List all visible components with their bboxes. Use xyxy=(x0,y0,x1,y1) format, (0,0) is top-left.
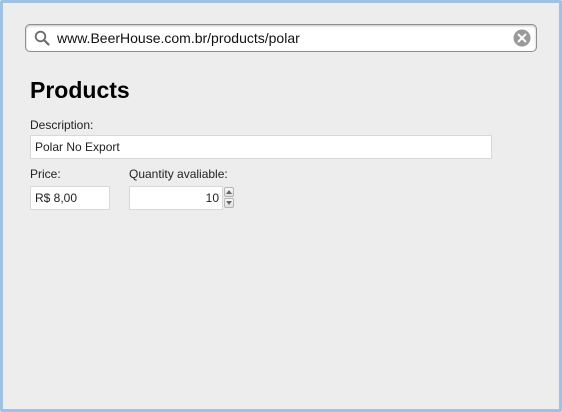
price-input[interactable] xyxy=(30,186,110,210)
description-label: Description: xyxy=(30,118,94,132)
page-title: Products xyxy=(30,77,130,103)
quantity-input[interactable] xyxy=(129,186,223,210)
search-icon xyxy=(34,30,50,46)
clear-icon[interactable] xyxy=(513,29,531,47)
address-bar[interactable]: www.BeerHouse.com.br/products/polar xyxy=(25,24,537,52)
chevron-down-icon xyxy=(226,201,232,205)
browser-window: www.BeerHouse.com.br/products/polar Prod… xyxy=(0,0,562,412)
url-text[interactable]: www.BeerHouse.com.br/products/polar xyxy=(57,30,300,46)
quantity-label: Quantity avaliable: xyxy=(129,167,228,181)
chevron-up-icon xyxy=(226,190,232,194)
price-label: Price: xyxy=(30,167,61,181)
description-input[interactable] xyxy=(30,135,492,159)
quantity-decrement-button[interactable] xyxy=(224,198,234,208)
quantity-increment-button[interactable] xyxy=(224,187,234,197)
